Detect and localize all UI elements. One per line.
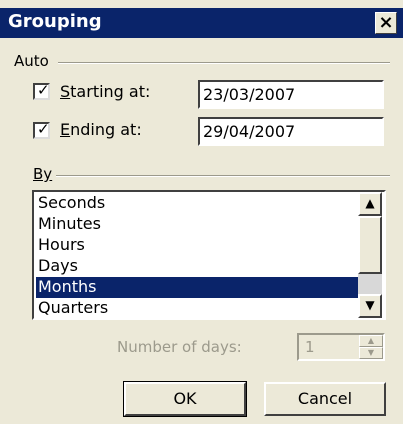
spin-up-icon: ▲ <box>359 335 383 347</box>
dialog-title: Grouping <box>8 11 102 32</box>
list-scrollbar[interactable]: ▲ ▼ <box>358 192 382 318</box>
ending-at-checkbox[interactable]: ✓ <box>33 120 50 139</box>
auto-section-label: Auto <box>14 52 49 70</box>
auto-divider <box>58 62 390 64</box>
check-mark-icon: ✓ <box>37 120 50 138</box>
starting-at-mnemonic: S <box>60 82 71 101</box>
scroll-up-button[interactable]: ▲ <box>358 192 382 216</box>
list-item[interactable]: Days <box>36 256 360 277</box>
check-mark-icon: ✓ <box>37 81 50 99</box>
number-of-days-spinner: 1 ▲ ▼ <box>297 333 385 361</box>
grouping-list[interactable]: Seconds Minutes Hours Days Months Quarte… <box>32 190 386 320</box>
list-item[interactable]: Minutes <box>36 214 360 235</box>
scroll-down-button[interactable]: ▼ <box>358 294 382 318</box>
number-of-days-value: 1 <box>305 338 315 356</box>
spin-down-icon: ▼ <box>359 347 383 359</box>
close-button[interactable]: × <box>375 12 397 34</box>
list-item-selected[interactable]: Months <box>36 277 360 298</box>
by-divider <box>56 175 390 177</box>
ending-at-rest: nding at: <box>70 120 142 139</box>
starting-at-checkbox[interactable]: ✓ <box>33 81 50 100</box>
ending-at-input[interactable]: 29/04/2007 <box>198 117 384 146</box>
starting-at-rest: tarting at: <box>70 82 151 101</box>
ending-at-label: Ending at: <box>60 120 142 139</box>
number-of-days-label: Number of days: <box>117 338 242 356</box>
ok-button[interactable]: OK <box>123 381 247 417</box>
grouping-dialog: Grouping × Auto ✓ Starting at: 23/03/200… <box>0 0 403 424</box>
scroll-thumb[interactable] <box>358 216 382 274</box>
list-item[interactable]: Hours <box>36 235 360 256</box>
list-item[interactable]: Seconds <box>36 193 360 214</box>
list-item[interactable]: Quarters <box>36 298 360 319</box>
cancel-button[interactable]: Cancel <box>264 382 386 416</box>
ending-at-mnemonic: E <box>60 120 71 139</box>
by-section-label: By <box>33 165 53 183</box>
title-bar[interactable]: Grouping × <box>0 8 403 38</box>
starting-at-input[interactable]: 23/03/2007 <box>198 80 384 109</box>
starting-at-label: Starting at: <box>60 82 150 101</box>
